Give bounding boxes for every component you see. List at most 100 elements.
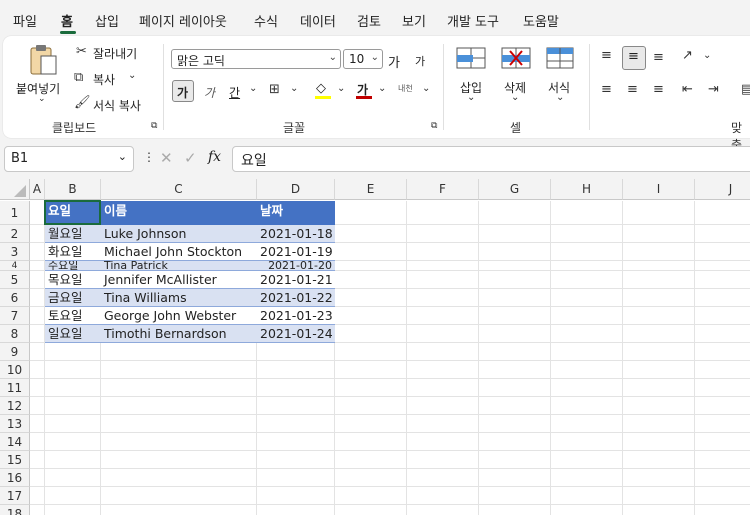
grid-cell[interactable] [335, 469, 407, 487]
orientation-dropdown-icon[interactable]: ⌄ [703, 50, 711, 61]
paste-dropdown-icon[interactable]: ⌄ [38, 94, 46, 104]
name-box[interactable]: B1 ⌄ [4, 146, 134, 172]
grid-cell[interactable] [479, 261, 551, 271]
grow-font-button[interactable]: 가 [388, 52, 400, 71]
row-header-11[interactable]: 11 [0, 379, 30, 397]
tab-data[interactable]: 데이터 [300, 11, 336, 30]
grid-cell[interactable] [101, 469, 257, 487]
grid-cell[interactable] [45, 469, 101, 487]
table-cell[interactable]: 목요일 [45, 271, 101, 289]
table-cell[interactable]: 금요일 [45, 289, 101, 307]
grid-cell[interactable] [623, 325, 695, 343]
cancel-icon[interactable]: ✕ [160, 149, 173, 167]
merge-icon[interactable]: ▤ [741, 82, 750, 97]
underline-dropdown-icon[interactable]: ⌄ [249, 83, 257, 94]
grid-cell[interactable] [407, 415, 479, 433]
grid-cell[interactable] [407, 487, 479, 505]
grid-cell[interactable] [101, 361, 257, 379]
grid-cell[interactable] [695, 225, 750, 243]
column-header-H[interactable]: H [551, 179, 623, 200]
grid-cell[interactable] [551, 271, 623, 289]
grid-cell[interactable] [479, 505, 551, 515]
cut-icon[interactable]: ✂ [76, 44, 87, 59]
column-header-G[interactable]: G [479, 179, 551, 200]
grid-cell[interactable] [479, 343, 551, 361]
grid-cell[interactable] [551, 415, 623, 433]
grid-cell[interactable] [257, 487, 335, 505]
grid-cell[interactable] [695, 379, 750, 397]
borders-dropdown-icon[interactable]: ⌄ [290, 83, 298, 94]
delete-dropdown-icon[interactable]: ⌄ [511, 92, 519, 103]
grid-cell[interactable] [479, 397, 551, 415]
grid-cell[interactable] [695, 397, 750, 415]
table-cell[interactable]: 2021-01-19 [257, 243, 335, 261]
table-cell[interactable]: 2021-01-22 [257, 289, 335, 307]
grid-cell[interactable] [335, 225, 407, 243]
grid-cell[interactable] [623, 397, 695, 415]
table-cell[interactable]: 2021-01-23 [257, 307, 335, 325]
grid-cell[interactable] [335, 397, 407, 415]
grid-cell[interactable] [101, 343, 257, 361]
grid-cell[interactable] [335, 343, 407, 361]
grid-cell[interactable] [407, 289, 479, 307]
align-right-icon[interactable]: ≡ [653, 82, 664, 97]
grid-cell[interactable] [695, 261, 750, 271]
grid-cell[interactable] [101, 379, 257, 397]
grid-cell[interactable] [407, 379, 479, 397]
grid-cell[interactable] [551, 201, 623, 225]
grid-cell[interactable] [479, 289, 551, 307]
grid-cell[interactable] [30, 343, 45, 361]
grid-cell[interactable] [479, 307, 551, 325]
grid-cell[interactable] [335, 433, 407, 451]
grid-cell[interactable] [695, 289, 750, 307]
grid-cell[interactable] [479, 469, 551, 487]
table-cell[interactable]: 일요일 [45, 325, 101, 343]
grid-cell[interactable] [695, 487, 750, 505]
align-middle-button[interactable]: ≡ [622, 46, 646, 70]
grid-cell[interactable] [695, 325, 750, 343]
font-name-select[interactable]: 맑은 고딕 ⌄ [171, 49, 341, 69]
grid-cell[interactable] [257, 397, 335, 415]
copy-dropdown-icon[interactable]: ⌄ [128, 70, 136, 81]
grid-cell[interactable] [695, 243, 750, 261]
grid-cell[interactable] [45, 415, 101, 433]
grid-cell[interactable] [257, 469, 335, 487]
grid-cell[interactable] [30, 505, 45, 515]
grid-cell[interactable] [335, 487, 407, 505]
table-header-cell[interactable]: 이름 [101, 201, 257, 225]
tab-page-layout[interactable]: 페이지 레이아웃 [139, 11, 227, 30]
grid-cell[interactable] [623, 243, 695, 261]
grid-cell[interactable] [551, 505, 623, 515]
orientation-icon[interactable]: ↗ [682, 48, 693, 63]
row-header-5[interactable]: 5 [0, 271, 30, 289]
row-header-3[interactable]: 3 [0, 243, 30, 261]
grid-cell[interactable] [45, 487, 101, 505]
grid-cell[interactable] [623, 433, 695, 451]
row-header-2[interactable]: 2 [0, 225, 30, 243]
column-header-C[interactable]: C [101, 179, 257, 200]
grid-cell[interactable] [30, 487, 45, 505]
grid-cell[interactable] [45, 433, 101, 451]
table-cell[interactable]: 토요일 [45, 307, 101, 325]
tab-help[interactable]: 도움말 [523, 11, 559, 30]
increase-indent-icon[interactable]: ⇥ [708, 82, 719, 97]
insert-function-button[interactable]: fx [208, 149, 221, 165]
grid-cell[interactable] [623, 361, 695, 379]
grid-cell[interactable] [695, 433, 750, 451]
table-cell[interactable]: 화요일 [45, 243, 101, 261]
grid-cell[interactable] [407, 343, 479, 361]
grid-cell[interactable] [407, 505, 479, 515]
row-header-12[interactable]: 12 [0, 397, 30, 415]
grid-cell[interactable] [479, 243, 551, 261]
grid-cell[interactable] [30, 271, 45, 289]
grid-cell[interactable] [479, 487, 551, 505]
row-header-15[interactable]: 15 [0, 451, 30, 469]
grid-cell[interactable] [30, 415, 45, 433]
column-header-J[interactable]: J [695, 179, 750, 200]
grid-cell[interactable] [257, 379, 335, 397]
grid-cell[interactable] [101, 505, 257, 515]
column-header-I[interactable]: I [623, 179, 695, 200]
grid-cell[interactable] [551, 325, 623, 343]
table-header-cell[interactable]: 요일 [45, 201, 101, 225]
table-cell[interactable]: 2021-01-20 [257, 261, 335, 271]
